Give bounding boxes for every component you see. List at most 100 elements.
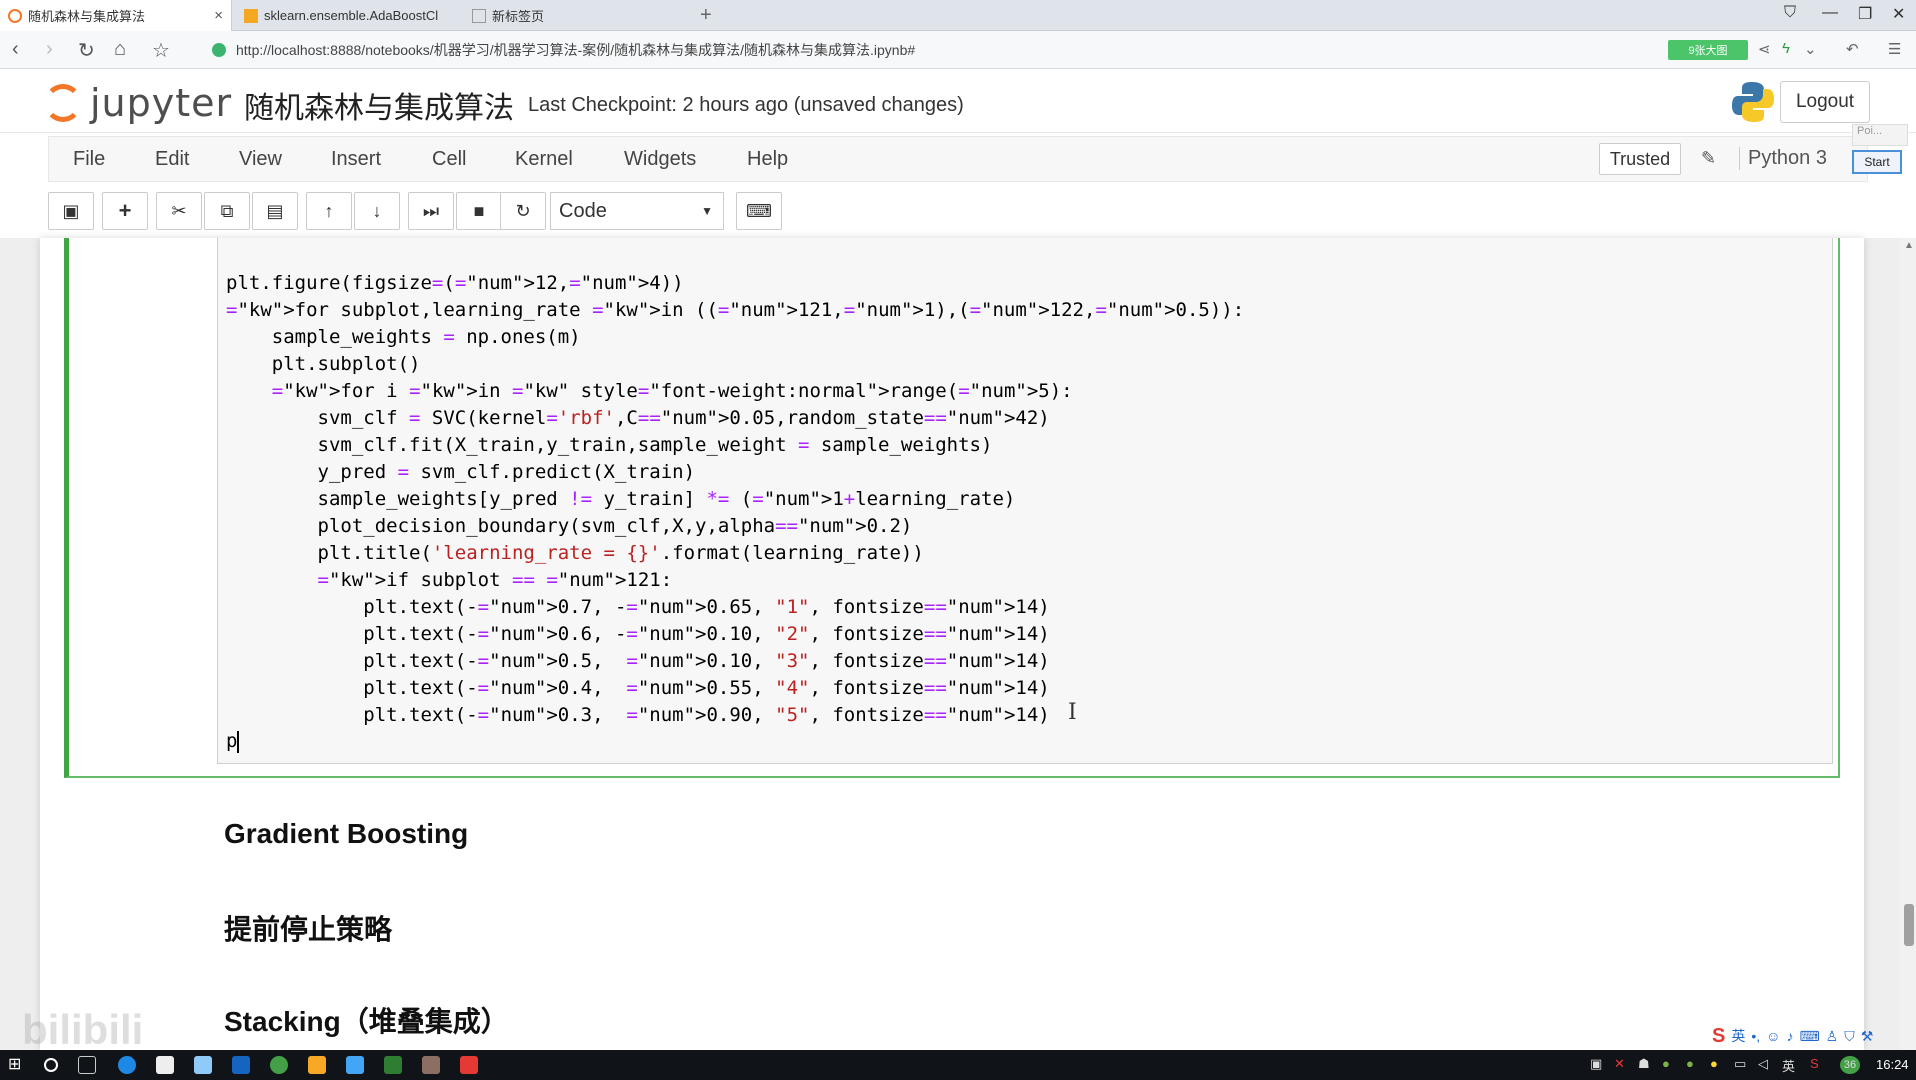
jupyter-header: jupyter 随机森林与集成算法 Last Checkpoint: 2 hou… <box>0 69 1916 133</box>
undo-icon[interactable]: ↶ <box>1846 40 1859 58</box>
code-line: plt.subplot() <box>226 353 421 375</box>
code-editor[interactable]: plt.figure(figsize=(="num">12,="num">4))… <box>217 238 1833 764</box>
code-text: plt.figure(figsize=(="num">12,="num">4))… <box>226 270 1244 729</box>
tray-icon[interactable]: ● <box>1686 1056 1694 1071</box>
code-line: svm_clf.fit(X_train,y_train,sample_weigh… <box>226 434 993 456</box>
kernel-name[interactable]: Python 3 <box>1739 147 1827 170</box>
copy-button[interactable]: ⧉ <box>204 192 250 230</box>
windows-taskbar: ⊞ ▣ ✕ ☗ ● ● ● ▭ ◁ 英 S 36 16:24 <box>0 1050 1916 1080</box>
browser-360-icon[interactable] <box>270 1056 288 1074</box>
mail-icon[interactable] <box>194 1056 212 1074</box>
menu-kernel[interactable]: Kernel <box>515 148 573 171</box>
command-palette-button[interactable]: ⌨ <box>736 192 782 230</box>
menu-view[interactable]: View <box>239 148 282 171</box>
mic-icon[interactable]: ♪ <box>1786 1028 1793 1044</box>
tray-icon[interactable]: ▣ <box>1590 1056 1602 1072</box>
restore-button[interactable]: ❐ <box>1858 4 1872 24</box>
menu-help[interactable]: Help <box>747 148 788 171</box>
run-button[interactable]: ⏭ <box>408 192 454 230</box>
app-icon[interactable] <box>460 1056 478 1074</box>
cell-type-select[interactable]: Code ▼ <box>550 192 724 230</box>
volume-icon[interactable]: ◁ <box>1758 1056 1768 1072</box>
cell-type-value: Code <box>559 199 607 222</box>
sogou-tray-icon[interactable]: S <box>1810 1056 1819 1071</box>
forward-icon[interactable]: › <box>46 38 53 61</box>
clock[interactable]: 16:24 <box>1876 1057 1909 1072</box>
close-window-button[interactable]: ✕ <box>1892 4 1905 24</box>
menu-insert[interactable]: Insert <box>331 148 381 171</box>
tray-icon[interactable]: ● <box>1710 1056 1718 1071</box>
chevron-down-icon[interactable]: ⌄ <box>1804 40 1817 58</box>
code-line: plt.text(-="num">0.6, -="num">0.10, "2",… <box>226 623 1050 645</box>
code-line: plt.title('learning_rate = {}'.format(le… <box>226 542 924 564</box>
scrollbar-thumb[interactable] <box>1904 904 1914 946</box>
tray-icon[interactable]: ✕ <box>1614 1056 1625 1072</box>
browser-tab-sklearn[interactable]: sklearn.ensemble.AdaBoostCl <box>236 0 456 31</box>
save-button[interactable]: ▣ <box>48 192 94 230</box>
pencil-icon[interactable]: ✎ <box>1701 148 1716 169</box>
cut-button[interactable]: ✂ <box>156 192 202 230</box>
task-view-icon[interactable] <box>78 1056 96 1074</box>
app-icon[interactable] <box>232 1056 250 1074</box>
new-tab-button[interactable]: + <box>700 4 712 27</box>
app-icon[interactable] <box>384 1056 402 1074</box>
security-badge[interactable]: 36 <box>1840 1056 1860 1074</box>
restart-button[interactable]: ↻ <box>500 192 546 230</box>
overlay-start-button[interactable]: Start <box>1852 150 1902 174</box>
code-line: plt.text(-="num">0.7, -="num">0.65, "1",… <box>226 596 1050 618</box>
menu-cell[interactable]: Cell <box>432 148 466 171</box>
app-icon[interactable] <box>422 1056 440 1074</box>
shirt-icon[interactable]: ⛉ <box>1844 1028 1855 1045</box>
ime-lang[interactable]: 英 <box>1731 1026 1745 1046</box>
menu-widgets[interactable]: Widgets <box>624 148 696 171</box>
punct-icon[interactable]: •, <box>1751 1028 1760 1044</box>
grid-icon <box>472 8 486 23</box>
address-bar-row: ‹ › ↻ ⌂ ☆ http://localhost:8888/notebook… <box>0 31 1916 69</box>
scroll-up-icon[interactable]: ▲ <box>1904 240 1914 251</box>
jupyter-logo[interactable]: jupyter <box>44 81 232 125</box>
browser-tab-new[interactable]: 新标签页 <box>464 0 684 31</box>
tab-label: 随机森林与集成算法 <box>28 9 146 24</box>
star-icon[interactable]: ☆ <box>152 38 170 63</box>
store-icon[interactable] <box>156 1056 174 1074</box>
browser-tab-notebook[interactable]: 随机森林与集成算法 × <box>0 0 232 31</box>
shirt-icon[interactable]: ⛉ <box>1784 4 1796 22</box>
close-tab-icon[interactable]: × <box>214 7 223 24</box>
app-icon[interactable] <box>346 1056 364 1074</box>
folder-icon[interactable] <box>308 1056 326 1074</box>
tray-icon[interactable]: ● <box>1662 1056 1670 1071</box>
home-icon[interactable]: ⌂ <box>114 38 126 61</box>
trusted-indicator[interactable]: Trusted <box>1599 143 1681 175</box>
url-field[interactable]: http://localhost:8888/notebooks/机器学习/机器学… <box>212 36 1652 64</box>
share-icon[interactable]: ⋖ <box>1758 40 1771 58</box>
image-badge[interactable]: 9张大图 <box>1668 40 1748 60</box>
move-up-button[interactable]: ↑ <box>306 192 352 230</box>
tray-icon[interactable]: ☗ <box>1638 1056 1650 1072</box>
plus-icon: + <box>118 198 132 223</box>
edge-icon[interactable] <box>118 1056 136 1074</box>
minimize-button[interactable]: — <box>1822 4 1838 22</box>
network-icon[interactable]: ▭ <box>1734 1056 1746 1072</box>
wrench-icon[interactable]: ⚒ <box>1861 1028 1874 1045</box>
notebook-title[interactable]: 随机森林与集成算法 <box>244 83 514 127</box>
keyboard-icon[interactable]: ⌨ <box>1799 1028 1819 1045</box>
windows-start-icon[interactable]: ⊞ <box>8 1054 26 1073</box>
insert-cell-button[interactable]: + <box>102 192 148 230</box>
menu-edit[interactable]: Edit <box>155 148 189 171</box>
menu-icon[interactable]: ☰ <box>1888 40 1901 58</box>
interrupt-button[interactable]: ■ <box>456 192 502 230</box>
emoji-icon[interactable]: ☺ <box>1766 1028 1780 1044</box>
paste-button[interactable]: ▤ <box>252 192 298 230</box>
notebook-area: plt.figure(figsize=(="num">12,="num">4))… <box>0 238 1916 1050</box>
code-cell-selected[interactable]: plt.figure(figsize=(="num">12,="num">4))… <box>64 238 1840 778</box>
lightning-icon[interactable]: ϟ <box>1782 40 1790 57</box>
taskbar-lang[interactable]: 英 <box>1782 1056 1795 1075</box>
move-down-button[interactable]: ↓ <box>354 192 400 230</box>
search-icon[interactable] <box>44 1058 58 1072</box>
back-icon[interactable]: ‹ <box>12 38 19 61</box>
menu-file[interactable]: File <box>73 148 105 171</box>
sogou-icon[interactable]: S <box>1712 1025 1725 1048</box>
reload-icon[interactable]: ↻ <box>78 38 95 63</box>
logout-button[interactable]: Logout <box>1780 81 1870 123</box>
user-icon[interactable]: ♙ <box>1826 1028 1839 1045</box>
